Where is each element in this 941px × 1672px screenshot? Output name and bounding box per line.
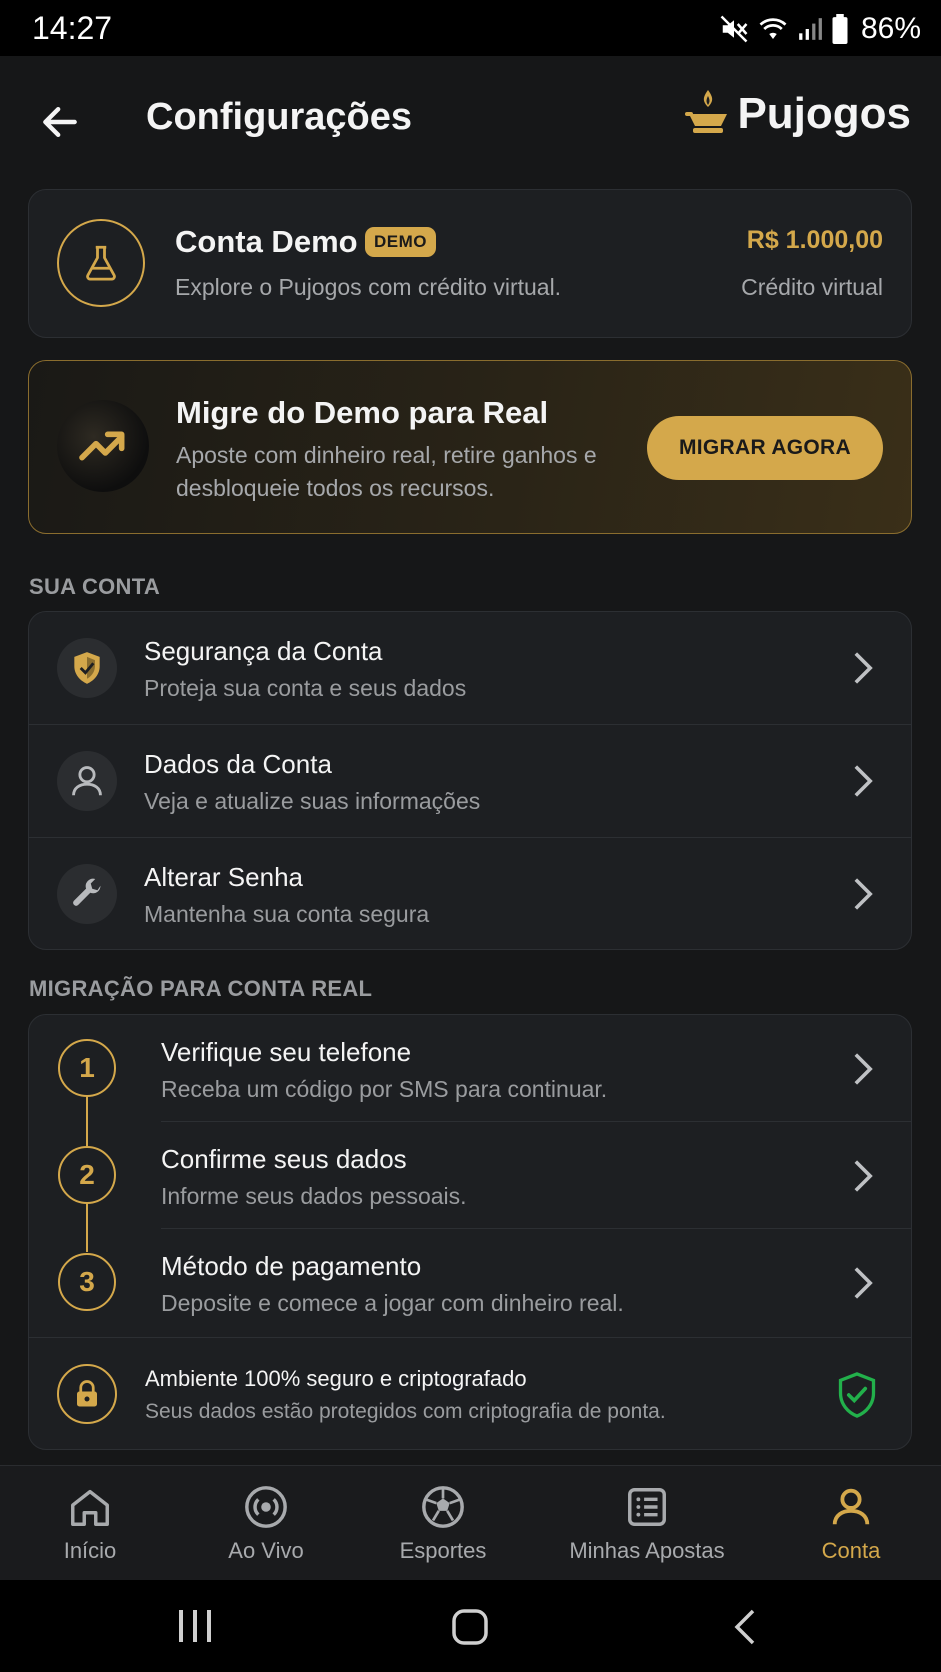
live-icon bbox=[245, 1486, 287, 1528]
bet-slip-icon bbox=[628, 1488, 666, 1526]
chevron-right-icon bbox=[854, 1160, 873, 1192]
step-subtitle: Informe seus dados pessoais. bbox=[161, 1183, 467, 1209]
chevron-right-icon bbox=[854, 1267, 873, 1299]
migrate-banner: Migre do Demo para Real Aposte com dinhe… bbox=[28, 360, 912, 534]
security-notice: Ambiente 100% seguro e criptografado Seu… bbox=[29, 1337, 911, 1449]
migrate-title: Migre do Demo para Real bbox=[176, 395, 549, 430]
demo-credit-amount: R$ 1.000,00 bbox=[746, 226, 883, 254]
step-title: Confirme seus dados bbox=[161, 1144, 407, 1174]
nav-item-live[interactable]: Ao Vivo bbox=[216, 1466, 316, 1581]
soccer-ball-icon bbox=[422, 1486, 464, 1528]
battery-percentage: 86% bbox=[860, 12, 921, 45]
row-icon-circle bbox=[57, 638, 117, 698]
step-number-badge: 1 bbox=[58, 1039, 116, 1097]
brand-name: Pujogos bbox=[737, 89, 911, 138]
flask-icon bbox=[86, 245, 116, 281]
step-number-badge: 2 bbox=[58, 1146, 116, 1204]
step-payment-method[interactable]: 3 Método de pagamento Deposite e comece … bbox=[29, 1229, 911, 1335]
nav-item-account[interactable]: Conta bbox=[811, 1466, 891, 1581]
lock-icon-circle bbox=[57, 1364, 117, 1424]
demo-account-card: Conta Demo DEMO Explore o Pujogos com cr… bbox=[28, 189, 912, 338]
security-subtitle: Seus dados estão protegidos com criptogr… bbox=[145, 1400, 666, 1423]
list-item-subtitle: Veja e atualize suas informações bbox=[144, 788, 481, 814]
brand-logo: Pujogos bbox=[685, 88, 911, 140]
demo-icon-circle bbox=[57, 219, 145, 307]
list-item-account-data[interactable]: Dados da Conta Veja e atualize suas info… bbox=[29, 725, 911, 838]
nav-label: Início bbox=[63, 1538, 117, 1563]
arrow-left-icon bbox=[43, 106, 77, 138]
nav-label: Conta bbox=[821, 1538, 881, 1563]
step-title: Método de pagamento bbox=[161, 1251, 422, 1281]
demo-account-subtitle: Explore o Pujogos com crédito virtual. bbox=[175, 274, 562, 300]
section-label-your-account: SUA CONTA bbox=[29, 574, 161, 599]
nav-label: Ao Vivo bbox=[228, 1538, 304, 1563]
section-label-migration: MIGRAÇÃO PARA CONTA REAL bbox=[29, 976, 373, 1001]
step-subtitle: Deposite e comece a jogar com dinheiro r… bbox=[161, 1290, 624, 1316]
list-item-account-security[interactable]: Segurança da Conta Proteja sua conta e s… bbox=[29, 612, 911, 725]
chevron-right-icon bbox=[854, 765, 873, 797]
migrate-now-button[interactable]: MIGRAR AGORA bbox=[647, 416, 883, 480]
lock-icon bbox=[77, 1380, 97, 1407]
lamp-logo-icon bbox=[685, 90, 728, 133]
list-item-subtitle: Mantenha sua conta segura bbox=[144, 901, 430, 927]
battery-icon bbox=[832, 14, 848, 44]
recent-apps-button[interactable] bbox=[176, 1608, 214, 1649]
back-button[interactable] bbox=[38, 100, 88, 144]
nav-label: Esportes bbox=[399, 1538, 487, 1563]
nav-item-sports[interactable]: Esportes bbox=[393, 1466, 493, 1581]
step-subtitle: Receba um código por SMS para continuar. bbox=[161, 1076, 608, 1102]
list-item-title: Alterar Senha bbox=[144, 862, 303, 892]
wrench-icon bbox=[73, 878, 101, 906]
step-confirm-data[interactable]: 2 Confirme seus dados Informe seus dados… bbox=[29, 1122, 911, 1228]
nav-label: Minhas Apostas bbox=[569, 1538, 725, 1563]
wifi-icon bbox=[759, 18, 787, 39]
shield-check-icon bbox=[838, 1372, 876, 1418]
list-item-title: Segurança da Conta bbox=[144, 636, 383, 666]
list-item-change-password[interactable]: Alterar Senha Mantenha sua conta segura bbox=[29, 838, 911, 949]
step-number-badge: 3 bbox=[58, 1253, 116, 1311]
demo-badge: DEMO bbox=[365, 227, 436, 257]
bottom-navigation: Início Ao Vivo Esportes Minhas Apostas C… bbox=[0, 1465, 941, 1581]
chevron-right-icon bbox=[854, 652, 873, 684]
mute-icon bbox=[720, 15, 748, 43]
migration-steps-card: 1 Verifique seu telefone Receba um códig… bbox=[28, 1014, 912, 1450]
user-icon bbox=[72, 766, 102, 796]
list-item-subtitle: Proteja sua conta e seus dados bbox=[144, 675, 467, 701]
list-item-title: Dados da Conta bbox=[144, 749, 332, 779]
demo-credit-label: Crédito virtual bbox=[741, 274, 883, 300]
account-settings-list: Segurança da Conta Proteja sua conta e s… bbox=[28, 611, 912, 950]
status-time: 14:27 bbox=[32, 10, 113, 46]
step-verify-phone[interactable]: 1 Verifique seu telefone Receba um códig… bbox=[29, 1015, 911, 1121]
shield-icon bbox=[74, 652, 100, 684]
back-nav-button[interactable] bbox=[733, 1608, 757, 1651]
home-button[interactable] bbox=[451, 1608, 489, 1651]
chevron-left-icon bbox=[734, 1609, 755, 1645]
recent-apps-icon bbox=[179, 1610, 211, 1642]
demo-account-title: Conta Demo bbox=[175, 224, 358, 259]
user-icon bbox=[832, 1488, 870, 1525]
chevron-right-icon bbox=[854, 1053, 873, 1085]
home-circle-icon bbox=[452, 1609, 488, 1645]
page-title: Configurações bbox=[146, 96, 413, 138]
signal-icon bbox=[799, 18, 822, 40]
migrate-icon-circle bbox=[57, 400, 149, 492]
row-icon-circle bbox=[57, 864, 117, 924]
migrate-description: Aposte com dinheiro real, retire ganhos … bbox=[176, 442, 597, 501]
system-navigation-bar bbox=[0, 1580, 941, 1672]
step-title: Verifique seu telefone bbox=[161, 1037, 412, 1067]
security-title: Ambiente 100% seguro e criptografado bbox=[145, 1366, 527, 1391]
trending-up-icon bbox=[79, 431, 125, 461]
nav-item-home[interactable]: Início bbox=[55, 1466, 125, 1581]
row-icon-circle bbox=[57, 751, 117, 811]
app-header: Configurações Pujogos bbox=[0, 56, 941, 186]
home-icon bbox=[71, 1489, 109, 1526]
chevron-right-icon bbox=[854, 878, 873, 910]
status-icons: 86% bbox=[719, 12, 921, 46]
nav-item-my-bets[interactable]: Minhas Apostas bbox=[562, 1466, 732, 1581]
status-bar: 14:27 86% bbox=[0, 0, 941, 56]
